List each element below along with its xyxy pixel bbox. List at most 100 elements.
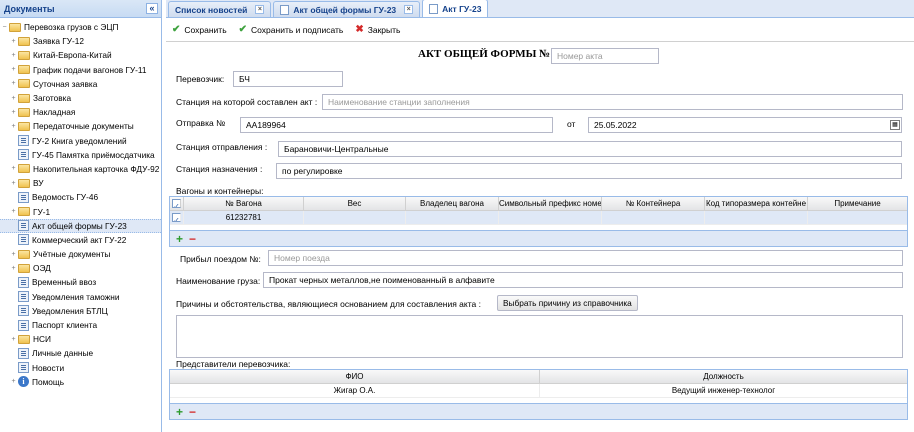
- save-button[interactable]: ✔ Сохранить: [172, 24, 227, 35]
- column-header[interactable]: Вес: [304, 197, 406, 210]
- wagon-number-cell[interactable]: 61232781: [184, 211, 304, 224]
- tree-item[interactable]: + График подачи вагонов ГУ-11: [0, 63, 161, 77]
- tab-act-gu23[interactable]: Акт ГУ-23: [422, 0, 489, 17]
- sidebar-header: Документы «: [0, 0, 161, 18]
- tree-item[interactable]: + ГУ-1: [0, 204, 161, 218]
- document-icon: [18, 220, 29, 232]
- tree-item[interactable]: + Заявка ГУ-12: [0, 34, 161, 48]
- representatives-label: Представители перевозчика:: [176, 359, 291, 369]
- select-all-checkbox[interactable]: ✓: [170, 197, 184, 210]
- choose-reason-button[interactable]: Выбрать причину из справочника: [497, 295, 638, 311]
- tree-item[interactable]: Новости: [0, 361, 161, 375]
- tree-item[interactable]: Коммерческий акт ГУ-22: [0, 233, 161, 247]
- tab-news-list[interactable]: Список новостей ×: [168, 1, 272, 17]
- tree-item[interactable]: + Суточная заявка: [0, 77, 161, 91]
- tree-item[interactable]: Акт общей формы ГУ-23: [0, 218, 161, 233]
- tree-item-help[interactable]: + i Помощь: [0, 375, 161, 389]
- cargo-name-input[interactable]: Прокат черных металлов,не поименованный …: [263, 272, 903, 288]
- collapse-tree-icon[interactable]: −: [0, 24, 9, 31]
- expand-icon[interactable]: +: [9, 336, 18, 343]
- tree-item[interactable]: + Заготовка: [0, 91, 161, 105]
- departure-station-input[interactable]: Барановичи-Центральные: [278, 141, 902, 157]
- tree-item[interactable]: Паспорт клиента: [0, 318, 161, 332]
- expand-icon[interactable]: +: [9, 378, 18, 385]
- tree-item[interactable]: Уведомления таможни: [0, 290, 161, 304]
- close-icon[interactable]: ×: [404, 5, 414, 14]
- table-row[interactable]: Жигар О.А. Ведущий инженер-технолог: [170, 384, 907, 398]
- tree-item[interactable]: + Китай-Европа-Китай: [0, 48, 161, 62]
- column-header[interactable]: № Вагона: [184, 197, 304, 210]
- form-toolbar: ✔ Сохранить ✔ Сохранить и подписать ✖ За…: [166, 18, 914, 42]
- fio-cell[interactable]: Жигар О.А.: [170, 384, 540, 397]
- representatives-grid: ФИО Должность Жигар О.А. Ведущий инженер…: [169, 369, 908, 420]
- expand-icon[interactable]: +: [9, 251, 18, 258]
- column-header[interactable]: Код типоразмера контейне: [705, 197, 808, 210]
- reasons-textarea[interactable]: [176, 315, 903, 358]
- train-label: Прибыл поездом №:: [180, 254, 261, 264]
- container-cell[interactable]: [602, 211, 705, 224]
- expand-icon[interactable]: +: [9, 109, 18, 116]
- weight-cell[interactable]: [304, 211, 406, 224]
- note-cell[interactable]: [808, 211, 907, 224]
- tree-item[interactable]: + Накладная: [0, 105, 161, 119]
- wagons-grid-footer: + −: [170, 230, 907, 246]
- tree-item[interactable]: Временный ввоз: [0, 275, 161, 289]
- tree-root[interactable]: − Перевозка грузов с ЭЦП: [0, 20, 161, 34]
- remove-row-icon[interactable]: −: [189, 405, 196, 419]
- train-number-input[interactable]: Номер поезда: [268, 250, 903, 266]
- tree-item[interactable]: Ведомость ГУ-46: [0, 190, 161, 204]
- carrier-input[interactable]: БЧ: [233, 71, 343, 87]
- expand-icon[interactable]: +: [9, 95, 18, 102]
- tree-item-label: Суточная заявка: [33, 78, 98, 89]
- save-and-sign-button[interactable]: ✔ Сохранить и подписать: [239, 24, 344, 35]
- expand-icon[interactable]: +: [9, 180, 18, 187]
- expand-icon[interactable]: +: [9, 165, 18, 172]
- tree-item[interactable]: + Накопительная карточка ФДУ-92: [0, 162, 161, 176]
- expand-icon[interactable]: +: [9, 208, 18, 215]
- add-row-icon[interactable]: +: [176, 405, 183, 419]
- table-row[interactable]: ✓ 61232781: [170, 211, 907, 225]
- remove-row-icon[interactable]: −: [189, 232, 196, 246]
- column-header[interactable]: Должность: [540, 370, 907, 383]
- station-made-label: Станция на которой составлен акт :: [176, 97, 318, 107]
- tree-item[interactable]: + ОЭД: [0, 261, 161, 275]
- tree-item[interactable]: ГУ-45 Памятка приёмосдатчика: [0, 148, 161, 162]
- position-cell[interactable]: Ведущий инженер-технолог: [540, 384, 907, 397]
- column-header[interactable]: ФИО: [170, 370, 540, 383]
- tree-item[interactable]: ГУ-2 Книга уведомлений: [0, 134, 161, 148]
- column-header[interactable]: Владелец вагона: [406, 197, 499, 210]
- tree-item[interactable]: + НСИ: [0, 332, 161, 346]
- document-icon: [18, 291, 29, 303]
- owner-cell[interactable]: [406, 211, 499, 224]
- expand-icon[interactable]: +: [9, 265, 18, 272]
- expand-icon[interactable]: +: [9, 38, 18, 45]
- container-type-cell[interactable]: [705, 211, 808, 224]
- expand-icon[interactable]: +: [9, 52, 18, 59]
- column-header[interactable]: № Контейнера: [602, 197, 705, 210]
- tab-act-list[interactable]: Акт общей формы ГУ-23 ×: [273, 1, 421, 17]
- act-number-input[interactable]: Номер акта: [551, 48, 659, 64]
- shipment-input[interactable]: АА189964: [240, 117, 553, 133]
- tree-item[interactable]: Уведомления БТЛЦ: [0, 304, 161, 318]
- station-made-input[interactable]: Наименование станции заполнения: [322, 94, 903, 110]
- prefix-cell[interactable]: [499, 211, 602, 224]
- date-input[interactable]: 25.05.2022: [588, 117, 902, 133]
- add-row-icon[interactable]: +: [176, 232, 183, 246]
- tree-item[interactable]: + Передаточные документы: [0, 119, 161, 133]
- close-icon[interactable]: ×: [255, 5, 265, 14]
- expand-icon[interactable]: +: [9, 66, 18, 73]
- collapse-icon[interactable]: «: [146, 3, 158, 14]
- column-header[interactable]: Символьный префикс номе: [499, 197, 602, 210]
- column-header[interactable]: Примечание: [808, 197, 907, 210]
- tree-item[interactable]: Личные данные: [0, 346, 161, 360]
- close-button[interactable]: ✖ Закрыть: [355, 24, 400, 35]
- destination-station-input[interactable]: по регулировке: [276, 163, 902, 179]
- tab-label: Акт ГУ-23: [442, 3, 482, 14]
- expand-icon[interactable]: +: [9, 123, 18, 130]
- calendar-icon[interactable]: ▦: [890, 120, 900, 130]
- expand-icon[interactable]: +: [9, 80, 18, 87]
- tree-item[interactable]: + Учётные документы: [0, 247, 161, 261]
- document-tree: − Перевозка грузов с ЭЦП + Заявка ГУ-12 + К…: [0, 18, 161, 389]
- row-checkbox[interactable]: ✓: [170, 211, 184, 224]
- tree-item[interactable]: + ВУ: [0, 176, 161, 190]
